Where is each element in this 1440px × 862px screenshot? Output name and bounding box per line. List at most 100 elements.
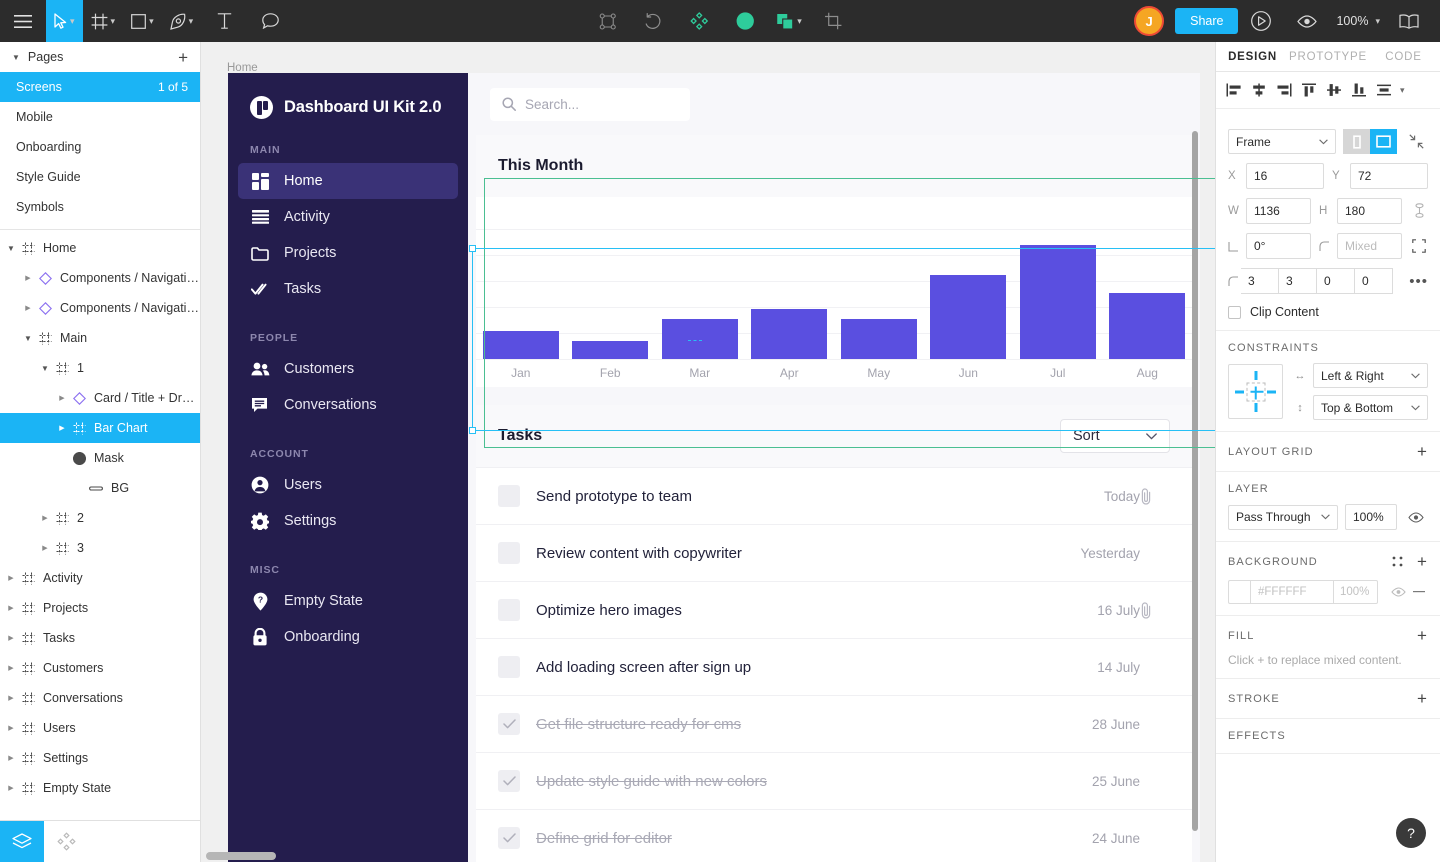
comment-tool[interactable]: [247, 0, 293, 42]
layer-row-main[interactable]: ▼ Main: [0, 323, 200, 353]
height-input[interactable]: 180: [1337, 198, 1402, 224]
page-item-style-guide[interactable]: Style Guide: [0, 162, 200, 192]
chevron-right-icon[interactable]: ▶: [4, 784, 18, 792]
background-opacity-input[interactable]: 100%: [1334, 579, 1378, 604]
scale-left-icon[interactable]: [1343, 129, 1370, 154]
constraint-left-bar[interactable]: [1235, 390, 1244, 393]
share-button[interactable]: Share: [1175, 8, 1239, 34]
radius-bottom-left-input[interactable]: 0: [1355, 268, 1393, 294]
chevron-right-icon[interactable]: ▶: [55, 394, 69, 402]
add-fill-button[interactable]: +: [1417, 627, 1428, 644]
chevron-down-icon[interactable]: ▾: [189, 16, 194, 27]
bar-chart[interactable]: Jan Feb Mar Apr May Jun Jul Aug: [476, 197, 1192, 387]
layer-row-mask[interactable]: Mask: [0, 443, 200, 473]
chevron-down-icon[interactable]: ▾: [1400, 85, 1405, 96]
task-row[interactable]: Add loading screen after sign up 14 July: [476, 638, 1192, 695]
radius-top-right-input[interactable]: 3: [1279, 268, 1317, 294]
layer-row-components-navigation[interactable]: ▶ Components / Navigation...: [0, 263, 200, 293]
constraint-horizontal-select[interactable]: Left & Right: [1313, 363, 1428, 388]
chart-bar-may[interactable]: [840, 319, 917, 359]
chart-bar-jun[interactable]: [930, 275, 1007, 359]
sort-dropdown[interactable]: Sort: [1060, 419, 1170, 453]
align-left-icon[interactable]: [1222, 77, 1246, 103]
attachment-clip-icon[interactable]: [1140, 487, 1170, 505]
nav-item-conversations[interactable]: Conversations: [238, 387, 458, 423]
layer-row-1[interactable]: ▼ 1: [0, 353, 200, 383]
zoom-control[interactable]: 100% ▾: [1330, 14, 1386, 28]
chevron-down-icon[interactable]: ▾: [111, 16, 116, 27]
radius-top-left-input[interactable]: 3: [1241, 268, 1279, 294]
chevron-down-icon[interactable]: ▾: [797, 16, 802, 27]
create-component-tool[interactable]: [676, 0, 722, 42]
frame-tool[interactable]: ▾: [83, 0, 124, 42]
layer-visibility-eye-icon[interactable]: [1404, 505, 1428, 530]
nav-item-activity[interactable]: Activity: [238, 199, 458, 235]
radius-bottom-right-input[interactable]: 0: [1317, 268, 1355, 294]
layer-row-card-title-drop[interactable]: ▶ Card / Title + Drop...: [0, 383, 200, 413]
align-top-icon[interactable]: [1297, 77, 1321, 103]
tab-prototype[interactable]: PROTOTYPE: [1289, 42, 1367, 71]
chevron-down-icon[interactable]: ▼: [4, 244, 18, 253]
clip-content-checkbox[interactable]: [1228, 305, 1241, 319]
page-item-onboarding[interactable]: Onboarding: [0, 132, 200, 162]
attachment-clip-icon[interactable]: [1140, 601, 1170, 619]
task-checkbox-checked[interactable]: [498, 713, 520, 735]
expand-icon[interactable]: [1410, 233, 1428, 258]
chevron-right-icon[interactable]: ▶: [4, 574, 18, 582]
align-bottom-icon[interactable]: [1347, 77, 1371, 103]
chevron-right-icon[interactable]: ▶: [21, 274, 35, 282]
mask-tool[interactable]: [722, 0, 768, 42]
canvas-area[interactable]: Home Dashboard UI Kit 2.0 MAIN Home Acti…: [201, 42, 1215, 862]
clip-content-row[interactable]: Clip Content: [1228, 305, 1428, 319]
crop-tool[interactable]: [810, 0, 856, 42]
chevron-right-icon[interactable]: ▶: [38, 544, 52, 552]
dashboard-scrollbar[interactable]: [1192, 131, 1198, 831]
constraint-bottom-bar[interactable]: [1254, 403, 1257, 412]
nav-item-tasks[interactable]: Tasks: [238, 271, 458, 307]
search-input[interactable]: Search...: [490, 87, 690, 121]
distribute-icon[interactable]: [1372, 77, 1396, 103]
x-input[interactable]: 16: [1246, 163, 1324, 189]
corner-radius-input[interactable]: Mixed: [1337, 233, 1402, 259]
nav-item-customers[interactable]: Customers: [238, 351, 458, 387]
layer-row-tasks[interactable]: ▶ Tasks: [0, 623, 200, 653]
tab-design[interactable]: DESIGN: [1216, 42, 1289, 71]
chevron-right-icon[interactable]: ▶: [4, 664, 18, 672]
add-page-button[interactable]: +: [178, 49, 188, 66]
task-checkbox[interactable]: [498, 656, 520, 678]
chevron-right-icon[interactable]: ▶: [55, 424, 69, 432]
layer-row-activity[interactable]: ▶ Activity: [0, 563, 200, 593]
chevron-right-icon[interactable]: ▶: [38, 514, 52, 522]
layer-row-components-navigation[interactable]: ▶ Components / Navigation...: [0, 293, 200, 323]
chevron-right-icon[interactable]: ▶: [4, 724, 18, 732]
chevron-right-icon[interactable]: ▶: [4, 604, 18, 612]
tab-code[interactable]: CODE: [1367, 42, 1440, 71]
nav-item-users[interactable]: Users: [238, 467, 458, 503]
task-checkbox-checked[interactable]: [498, 770, 520, 792]
chart-bar-feb[interactable]: [572, 341, 649, 359]
constraints-widget[interactable]: [1228, 364, 1283, 419]
boolean-tool[interactable]: ▾: [768, 0, 810, 42]
layer-row-bg[interactable]: BG: [0, 473, 200, 503]
align-horizontal-center-icon[interactable]: [1247, 77, 1271, 103]
avatar[interactable]: J: [1134, 6, 1165, 36]
object-type-select[interactable]: Frame: [1228, 129, 1336, 154]
nav-item-empty-state[interactable]: ? Empty State: [238, 583, 458, 619]
width-input[interactable]: 1136: [1246, 198, 1311, 224]
layer-row-users[interactable]: ▶ Users: [0, 713, 200, 743]
chart-bar-jul[interactable]: [1019, 245, 1096, 359]
reset-instance-tool[interactable]: [630, 0, 676, 42]
page-item-symbols[interactable]: Symbols: [0, 192, 200, 222]
add-layout-grid-button[interactable]: +: [1417, 443, 1428, 460]
chevron-down-icon[interactable]: ▾: [70, 16, 75, 27]
canvas-horizontal-scroll-track[interactable]: [201, 850, 1215, 862]
present-button[interactable]: [1238, 0, 1284, 42]
chain-link-icon[interactable]: [1410, 198, 1428, 223]
page-item-screens[interactable]: Screens 1 of 5: [0, 72, 200, 102]
collapse-arrows-icon[interactable]: [1404, 129, 1428, 154]
constraint-top-bar[interactable]: [1254, 371, 1257, 380]
task-row[interactable]: Send prototype to team Today: [476, 467, 1192, 524]
layer-row-3[interactable]: ▶ 3: [0, 533, 200, 563]
nav-item-projects[interactable]: Projects: [238, 235, 458, 271]
layer-row-empty-state[interactable]: ▶ Empty State: [0, 773, 200, 803]
